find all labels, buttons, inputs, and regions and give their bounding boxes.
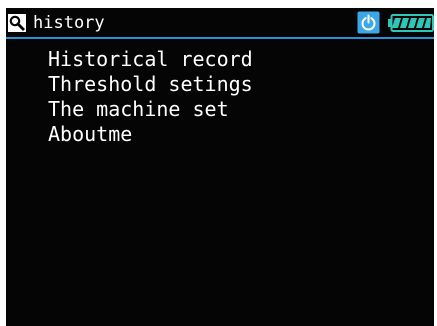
menu-item-machine-set[interactable]: The machine set	[48, 97, 253, 122]
page-title: history	[33, 13, 105, 33]
power-icon[interactable]	[357, 11, 380, 34]
status-bar: history	[6, 8, 434, 38]
menu-item-historical-record[interactable]: Historical record	[48, 47, 253, 72]
device-screen: history Historical record Threshold seti…	[6, 8, 434, 326]
header-divider	[6, 37, 434, 39]
battery-icon	[388, 14, 434, 32]
search-icon	[8, 14, 26, 32]
menu-item-about[interactable]: Aboutme	[48, 122, 253, 147]
device-frame: history Historical record Threshold seti…	[0, 0, 437, 326]
menu-item-threshold-settings[interactable]: Threshold setings	[48, 72, 253, 97]
main-menu: Historical record Threshold setings The …	[48, 47, 253, 147]
